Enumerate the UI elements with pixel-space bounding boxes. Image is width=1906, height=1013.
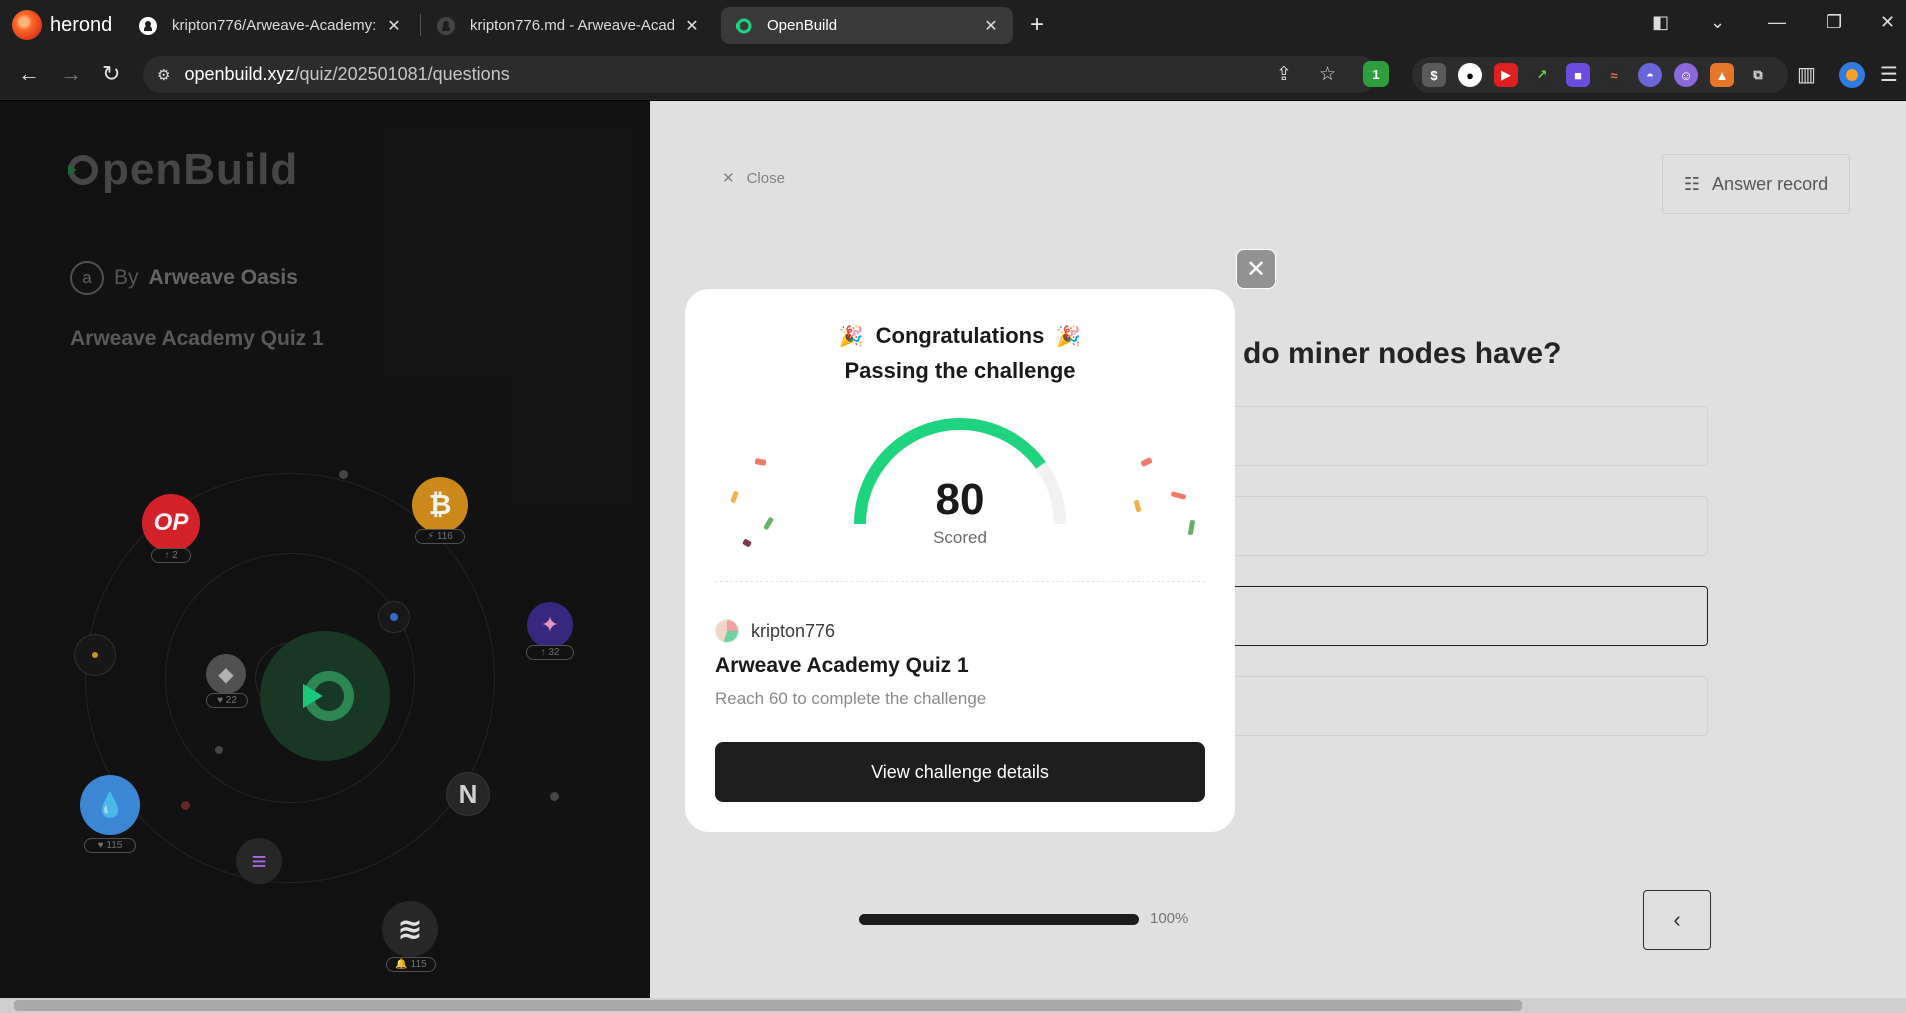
view-challenge-details-button[interactable]: View challenge details — [715, 742, 1205, 802]
address-bar[interactable]: ⚙ openbuild.xyz/quiz/202501081/questions… — [143, 56, 1378, 93]
tab-search-icon[interactable]: ◧ — [1652, 12, 1669, 33]
openbuild-icon — [736, 18, 752, 33]
menu-icon[interactable]: ☰ — [1880, 62, 1898, 87]
score-value: 80 — [935, 475, 985, 524]
user-avatar — [715, 619, 739, 643]
browser-toolbar: ← → ↻ ⚙ openbuild.xyz/quiz/202501081/que… — [0, 50, 1906, 100]
party-popper-icon: 🎉 — [838, 325, 864, 348]
confetti-piece — [1140, 456, 1153, 468]
window-close-icon[interactable]: ✕ — [1880, 12, 1895, 33]
modal-title: Congratulations — [875, 323, 1045, 348]
modal-close-button[interactable]: ✕ — [1236, 249, 1276, 289]
tab-list-chevron-icon[interactable]: ⌄ — [1710, 12, 1725, 33]
sidebar-toggle-icon[interactable]: ▥ — [1797, 62, 1816, 87]
result-modal: 🎉 Congratulations 🎉 Passing the challeng… — [685, 289, 1235, 832]
browser-brand-name: herond — [50, 13, 113, 36]
wave-extension-icon[interactable]: ≈ — [1602, 63, 1626, 87]
ghost-extension-icon[interactable]: ◓ — [1638, 63, 1662, 87]
close-icon: ✕ — [1245, 255, 1267, 283]
shield-count: 1 — [1372, 66, 1380, 82]
minimize-icon[interactable]: — — [1768, 12, 1786, 33]
page-content: penBuild a By Arweave Oasis Arweave Acad… — [0, 101, 1906, 998]
tab-close-icon[interactable]: ✕ — [384, 16, 404, 36]
tab-title: kripton776.md - Arweave-Acade — [470, 17, 674, 34]
tab-openbuild[interactable]: OpenBuild ✕ — [721, 7, 1013, 44]
shield-badge-icon[interactable]: 1 — [1363, 61, 1389, 87]
puzzle-extensions-icon[interactable]: ⧉ — [1746, 63, 1770, 87]
panda-extension-icon[interactable]: ● — [1458, 63, 1482, 87]
square-extension-icon[interactable]: ■ — [1566, 63, 1590, 87]
alien-extension-icon[interactable]: ☺ — [1674, 63, 1698, 87]
tab-title: kripton776/Arweave-Academy: Y — [172, 17, 376, 34]
github-icon — [139, 16, 157, 35]
wallet-extension-icon[interactable]: $ — [1422, 63, 1446, 87]
back-arrow-icon[interactable]: ← — [18, 60, 40, 88]
url-path: /quiz/202501081/questions — [294, 64, 510, 84]
profile-avatar-icon — [1846, 69, 1858, 81]
site-settings-icon[interactable]: ⚙ — [157, 66, 170, 84]
bookmark-star-icon[interactable]: ☆ — [1319, 63, 1336, 86]
tab-title: OpenBuild — [767, 17, 838, 34]
modal-subtitle: Passing the challenge — [844, 358, 1076, 383]
horizontal-scrollbar[interactable] — [0, 998, 1906, 1013]
tab-separator — [420, 14, 421, 36]
score-label: Scored — [933, 528, 987, 547]
username: kripton776 — [751, 620, 836, 641]
restore-icon[interactable]: ❐ — [1826, 12, 1842, 33]
github-icon — [437, 16, 455, 35]
youtube-extension-icon[interactable]: ▶ — [1494, 63, 1518, 87]
forward-arrow-icon[interactable]: → — [60, 60, 82, 88]
extensions-strip: $ ● ▶ ↗ ■ ≈ ◓ ☺ ▲ ⧉ — [1412, 57, 1788, 93]
share-icon[interactable]: ⇪ — [1276, 63, 1292, 86]
scrollbar-thumb[interactable] — [14, 1000, 1522, 1011]
modal-quiz-name: Arweave Academy Quiz 1 — [715, 654, 969, 677]
chart-extension-icon[interactable]: ↗ — [1530, 63, 1554, 87]
profile-avatar[interactable] — [1839, 62, 1865, 88]
reload-icon[interactable]: ↻ — [102, 60, 120, 88]
modal-divider — [715, 581, 1205, 582]
browser-tab-bar: herond kripton776/Arweave-Academy: Y ✕ k… — [0, 0, 1906, 50]
confetti-piece — [754, 458, 767, 466]
tab-close-icon[interactable]: ✕ — [682, 16, 702, 36]
party-popper-icon: 🎉 — [1056, 325, 1082, 348]
tab-github-repo[interactable]: kripton776/Arweave-Academy: Y ✕ — [126, 7, 416, 44]
new-tab-button[interactable]: + — [1030, 11, 1044, 39]
tab-github-md[interactable]: kripton776.md - Arweave-Acade ✕ — [424, 7, 714, 44]
tab-close-icon[interactable]: ✕ — [981, 16, 1001, 36]
url-host: openbuild.xyz — [184, 64, 295, 84]
browser-brand: herond — [12, 10, 112, 40]
modal-user: kripton776 — [715, 619, 835, 643]
url-text[interactable]: openbuild.xyz/quiz/202501081/questions — [184, 64, 509, 85]
modal-title-row: 🎉 Congratulations 🎉 — [685, 323, 1235, 349]
herond-logo-icon — [12, 10, 42, 40]
modal-requirement: Reach 60 to complete the challenge — [715, 689, 987, 708]
metamask-extension-icon[interactable]: ▲ — [1710, 63, 1734, 87]
